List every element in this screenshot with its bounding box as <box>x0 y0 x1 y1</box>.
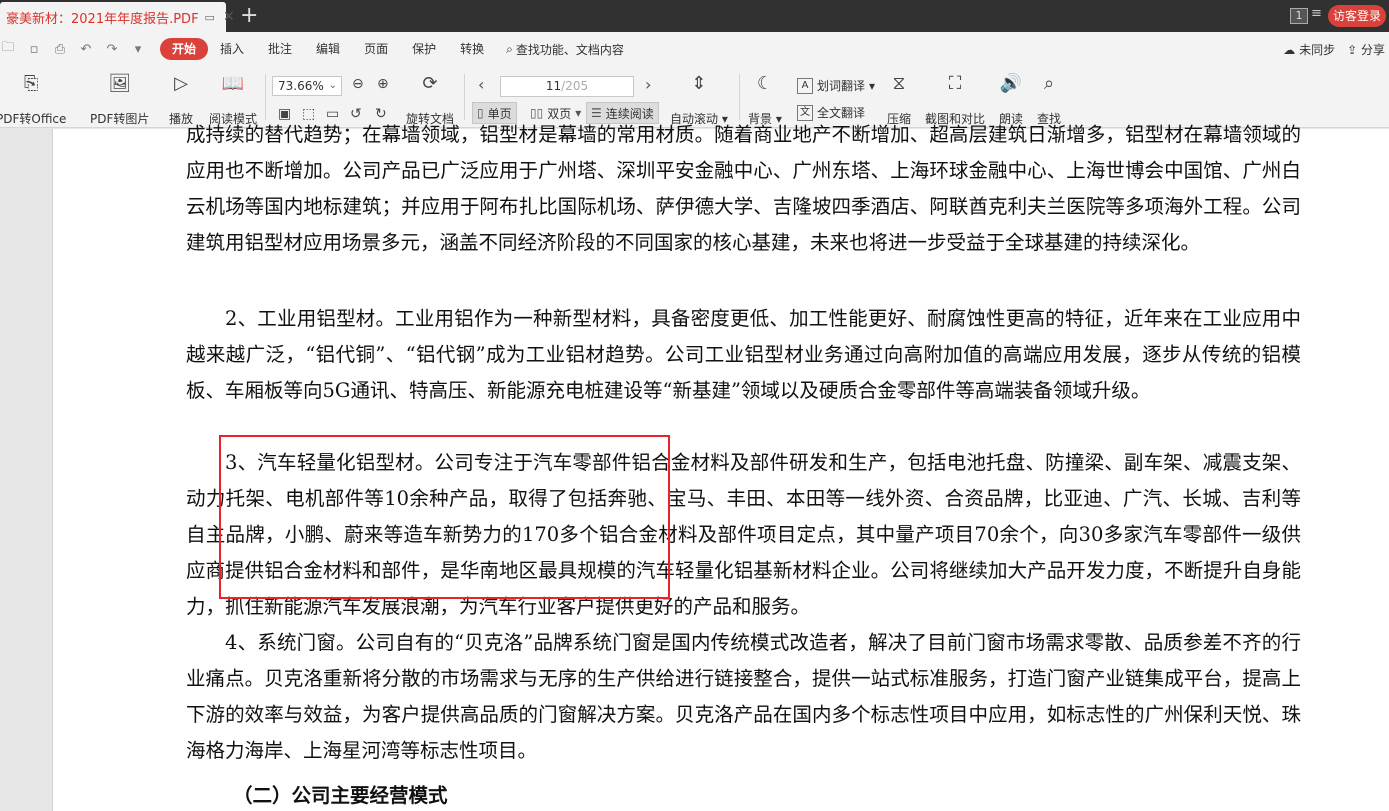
separator <box>464 74 465 120</box>
search-icon: ⌕ <box>506 41 513 56</box>
tab-title: 豪美新材：2021年年度报告.PDF <box>6 11 199 27</box>
paragraph-industrial-profiles: 2、工业用铝型材。工业用铝作为一种新型材料，具备密度更低、加工性能更好、耐腐蚀性… <box>186 307 1301 402</box>
chevron-down-icon: ▾ <box>869 78 876 93</box>
rotate-doc-icon: ⟳ <box>422 72 438 94</box>
speaker-icon: 🔊 <box>999 72 1023 94</box>
image-icon: 🖼 <box>108 72 132 94</box>
print-icon[interactable]: ⎙ <box>52 42 68 57</box>
tab-monitor-icon[interactable]: ▭ <box>205 11 215 24</box>
zoom-out-icon[interactable]: ⊖ <box>352 76 364 92</box>
paragraph-system-windows: 4、系统门窗。公司自有的“贝克洛”品牌系统门窗是国内传统模式改造者，解决了目前门… <box>186 631 1301 762</box>
menu-tab-protect[interactable]: 保护 <box>400 38 448 60</box>
sync-status[interactable]: ☁ 未同步 <box>1283 41 1335 58</box>
auto-scroll-icon: ⇕ <box>691 72 707 94</box>
menu-tab-insert[interactable]: 插入 <box>208 38 256 60</box>
separator <box>265 74 266 120</box>
play-icon: ▷ <box>174 72 188 94</box>
zoom-in-icon[interactable]: ⊕ <box>377 76 389 92</box>
open-folder-icon[interactable]: 🗀 <box>0 38 16 60</box>
compress-icon: ⧖ <box>892 72 906 94</box>
quick-access-toolbar: 🗀 ▫ ⎙ ↶ ↷ ▾ <box>0 38 146 60</box>
next-page-icon[interactable]: › <box>645 75 651 94</box>
document-workspace[interactable]: 成持续的替代趋势；在幕墙领域，铝型材是幕墙的常用材质。随着商业地产不断增加、超高… <box>0 123 1389 811</box>
pdf-to-image-button[interactable]: 🖼 PDF转图片 <box>90 70 149 127</box>
save-icon[interactable]: ▫ <box>26 42 42 57</box>
share-icon: ⇪ <box>1347 42 1358 57</box>
menu-right-actions: ☁ 未同步 ⇪ 分享 <box>1283 32 1385 66</box>
feature-search-label: 查找功能、文档内容 <box>515 42 624 57</box>
guest-login-button[interactable]: 访客登录 <box>1328 5 1386 27</box>
paragraph-building-profiles: 成持续的替代趋势；在幕墙领域，铝型材是幕墙的常用材质。随着商业地产不断增加、超高… <box>186 123 1301 254</box>
separator <box>739 74 740 120</box>
word-translate-button[interactable]: A 划词翻译 ▾ <box>797 77 875 94</box>
chevron-down-icon: ⌄ <box>328 80 337 91</box>
menu-tab-start[interactable]: 开始 <box>160 38 209 60</box>
pdf-page: 成持续的替代趋势；在幕墙领域，铝型材是幕墙的常用材质。随着商业地产不断增加、超高… <box>52 123 1389 811</box>
more-icon[interactable]: ▾ <box>130 42 146 57</box>
page-number-input[interactable]: 11/205 <box>500 76 634 97</box>
screenshot-icon: ⛶ <box>948 72 962 94</box>
pdf-convert-icon: ⎘ <box>24 72 39 94</box>
menu-tab-edit[interactable]: 编辑 <box>304 38 352 60</box>
close-tab-icon[interactable]: ✕ <box>223 9 235 25</box>
window-count-badge[interactable]: 1 <box>1290 8 1308 24</box>
menu-tabs: 开始 插入 批注 编辑 页面 保护 转换 <box>160 38 496 60</box>
moon-icon: ☾ <box>756 72 773 94</box>
share-button[interactable]: ⇪ 分享 <box>1347 41 1385 58</box>
redo-icon[interactable]: ↷ <box>104 42 120 57</box>
search-icon: ⌕ <box>1043 72 1055 94</box>
translate-icon: A <box>797 77 813 94</box>
zoom-select[interactable]: 73.66% ⌄ <box>272 76 342 96</box>
book-icon: 📖 <box>221 72 245 94</box>
document-tab[interactable]: 豪美新材：2021年年度报告.PDF ▭ ✕ <box>0 2 235 32</box>
feature-search[interactable]: ⌕ 查找功能、文档内容 <box>506 41 624 58</box>
menu-tab-annotate[interactable]: 批注 <box>256 38 304 60</box>
prev-page-icon[interactable]: ‹ <box>478 75 484 94</box>
menu-tab-page[interactable]: 页面 <box>352 38 400 60</box>
menu-bar: 🗀 ▫ ⎙ ↶ ↷ ▾ 开始 插入 批注 编辑 页面 保护 转换 ⌕ 查找功能、… <box>0 32 1389 66</box>
cloud-icon: ☁ <box>1283 42 1296 57</box>
highlight-box <box>219 435 670 599</box>
window-menu-icon[interactable]: ≡ <box>1311 6 1322 21</box>
new-tab-button[interactable]: + <box>240 3 258 29</box>
pdf-to-office-button[interactable]: ⎘ PDF转Office <box>0 70 66 127</box>
section-heading: （二）公司主要经营模式 <box>233 784 448 807</box>
undo-icon[interactable]: ↶ <box>78 42 94 57</box>
menu-tab-convert[interactable]: 转换 <box>448 38 496 60</box>
tab-bar: 豪美新材：2021年年度报告.PDF ▭ ✕ + 1 ≡ 访客登录 <box>0 0 1389 32</box>
